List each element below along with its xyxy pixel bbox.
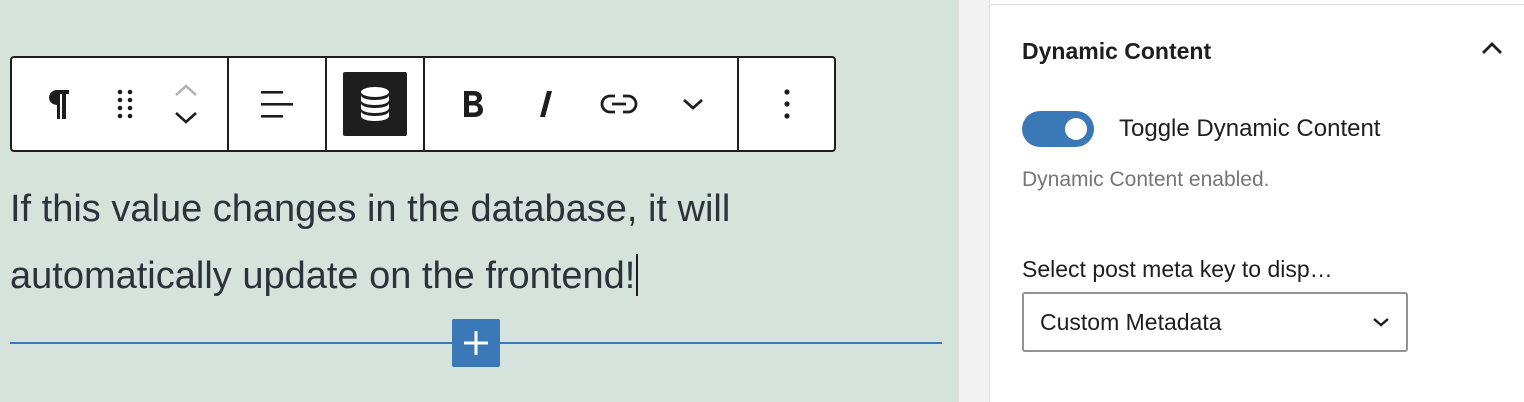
bold-icon [464,91,483,117]
paragraph-block[interactable]: If this value changes in the database, i… [10,176,910,310]
options-button[interactable] [739,58,834,150]
toolbar-group-block [12,58,229,150]
paragraph-text: If this value changes in the database, i… [10,188,731,297]
toggle-knob [1065,118,1087,140]
text-caret [636,254,639,296]
chevron-down-icon [1373,318,1389,327]
plus-icon [464,331,488,355]
link-icon [600,94,638,114]
select-label: Select post meta key to disp… [1022,256,1333,282]
move-down-icon[interactable] [173,109,199,127]
database-icon [361,87,389,121]
toolbar-group-format [425,58,739,150]
drag-handle-icon [117,89,133,119]
align-left-icon [261,91,293,118]
editor-sidebar-divider [958,0,990,402]
more-formats-button[interactable] [667,58,719,150]
paragraph-button[interactable] [12,58,104,150]
dynamic-content-button[interactable] [327,58,423,150]
toolbar-group-options [739,58,834,150]
chevron-down-icon [683,98,703,110]
select-value: Custom Metadata [1040,308,1222,335]
editor-canvas: If this value changes in the database, i… [0,0,958,402]
drag-handle-button[interactable] [104,58,146,150]
move-up-icon[interactable] [173,81,199,99]
align-button[interactable] [229,58,325,150]
toolbar-group-dynamic [327,58,425,150]
italic-icon [540,91,552,117]
paragraph-icon [49,90,69,119]
block-toolbar [10,56,836,152]
add-block-button[interactable] [452,319,500,367]
chevron-up-icon [1482,42,1502,54]
toolbar-group-align [229,58,327,150]
dynamic-content-toggle[interactable] [1022,111,1094,147]
settings-sidebar: Dynamic Content Toggle Dynamic Content D… [990,0,1524,402]
panel-collapse-button[interactable] [1480,40,1504,61]
meta-key-select[interactable]: Custom Metadata [1022,292,1408,352]
dynamic-content-button-bg [343,72,407,136]
sidebar-divider [990,4,1524,5]
toggle-help-text: Dynamic Content enabled. [1022,168,1270,191]
bold-button[interactable] [425,58,521,150]
link-button[interactable] [571,58,667,150]
panel-title[interactable]: Dynamic Content [1022,38,1211,65]
toggle-label[interactable]: Toggle Dynamic Content [1119,115,1380,143]
italic-button[interactable] [521,58,571,150]
more-options-icon [783,89,790,119]
move-buttons [146,58,226,150]
